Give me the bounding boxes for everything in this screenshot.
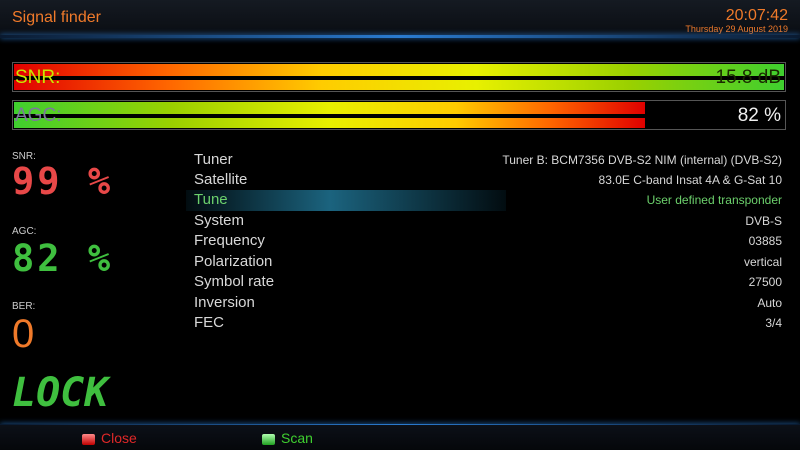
close-button[interactable]: Close (82, 430, 137, 446)
agc-bar-fill (14, 102, 645, 128)
scan-button-label: Scan (281, 430, 313, 446)
info-row-fec[interactable]: FEC 3/4 (194, 313, 782, 333)
info-row-system[interactable]: System DVB-S (194, 211, 782, 231)
snr-bar-value: 15.8 dB (715, 67, 782, 88)
info-key: Satellite (194, 171, 248, 188)
info-value: 03885 (748, 234, 782, 248)
date: Thursday 29 August 2019 (685, 24, 788, 34)
info-value: 3/4 (765, 316, 782, 330)
snr-stat-value: 99 % (12, 160, 114, 203)
info-value: vertical (743, 255, 782, 269)
page-title: Signal finder (12, 9, 101, 26)
agc-stat-label: AGC: (12, 226, 37, 237)
title-bar: Signal finder 20:07:42 Thursday 29 Augus… (0, 0, 800, 36)
info-key: Inversion (194, 294, 255, 311)
agc-bar: AGC: 82 % (12, 100, 786, 130)
info-key: Symbol rate (194, 273, 275, 290)
ber-stat-value: 0 (12, 312, 38, 356)
info-row-tune[interactable]: Tune User defined transponder (194, 190, 782, 210)
info-key: Frequency (194, 232, 265, 249)
agc-bar-value: 82 % (737, 105, 781, 126)
info-value: Auto (757, 296, 782, 310)
info-value: 83.0E C-band Insat 4A & G-Sat 10 (598, 173, 782, 187)
agc-stat-value: 82 % (12, 237, 114, 280)
info-key: System (194, 212, 245, 229)
clock: 20:07:42 (725, 7, 788, 24)
red-key-icon (82, 433, 95, 445)
ber-stat-label: BER: (12, 301, 36, 312)
info-value: DVB-S (745, 214, 782, 228)
info-key: Polarization (194, 253, 273, 270)
info-key: FEC (194, 314, 224, 331)
info-value: 27500 (748, 275, 782, 289)
close-button-label: Close (101, 430, 137, 446)
info-key: Tuner (194, 151, 233, 168)
info-value: Tuner B: BCM7356 DVB-S2 NIM (internal) (… (502, 153, 782, 167)
scan-button[interactable]: Scan (262, 430, 313, 446)
info-key: Tune (194, 191, 228, 208)
info-row-inversion[interactable]: Inversion Auto (194, 293, 782, 313)
snr-bar: SNR: 15.8 dB (12, 62, 786, 92)
header-divider (0, 35, 800, 38)
lock-status: LOCK (12, 370, 109, 416)
info-row-frequency[interactable]: Frequency 03885 (194, 231, 782, 251)
info-row-symbol-rate[interactable]: Symbol rate 27500 (194, 272, 782, 292)
info-row-satellite[interactable]: Satellite 83.0E C-band Insat 4A & G-Sat … (194, 170, 782, 190)
info-value: User defined transponder (646, 193, 782, 207)
agc-bar-label: AGC: (15, 105, 62, 126)
snr-bar-fill (14, 64, 784, 90)
info-row-polarization[interactable]: Polarization vertical (194, 252, 782, 272)
green-key-icon (262, 433, 275, 445)
snr-bar-label: SNR: (15, 67, 61, 88)
info-row-tuner[interactable]: Tuner Tuner B: BCM7356 DVB-S2 NIM (inter… (194, 150, 782, 170)
